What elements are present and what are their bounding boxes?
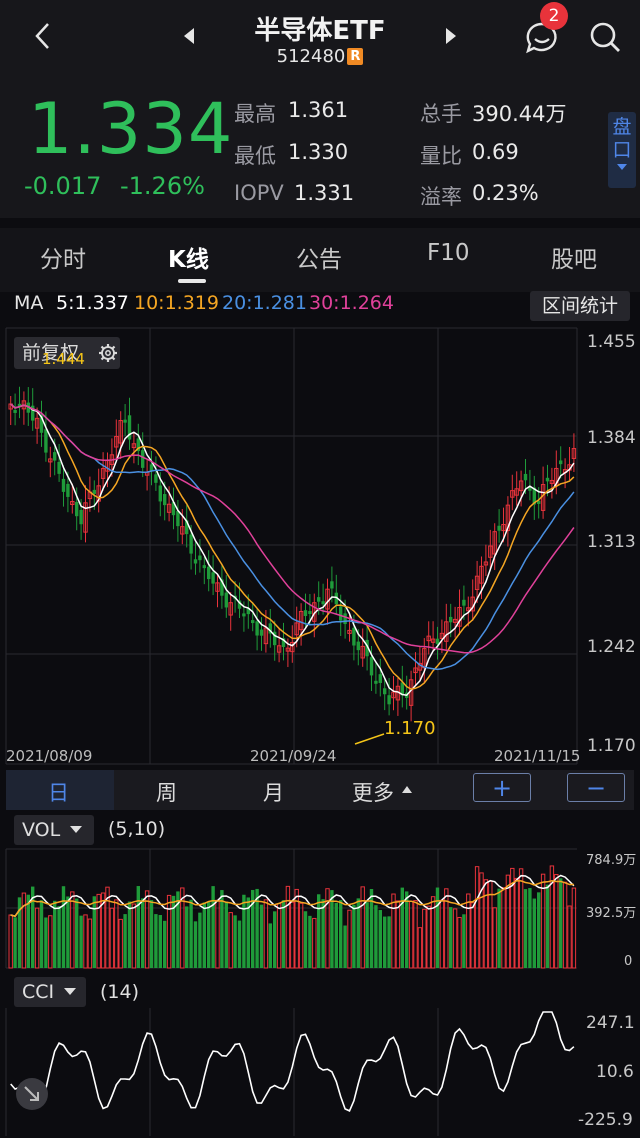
cci-grid xyxy=(5,1008,439,1136)
arrow-down-right-icon xyxy=(24,1086,39,1101)
cci-line xyxy=(10,1011,575,1112)
float-button[interactable] xyxy=(16,1078,48,1110)
cci-chart[interactable] xyxy=(0,0,640,1138)
cci-tick-max: 247.1 xyxy=(586,1013,635,1033)
cci-tick-mid: 10.6 xyxy=(596,1062,634,1082)
cci-tick-min: -225.9 xyxy=(578,1110,633,1130)
